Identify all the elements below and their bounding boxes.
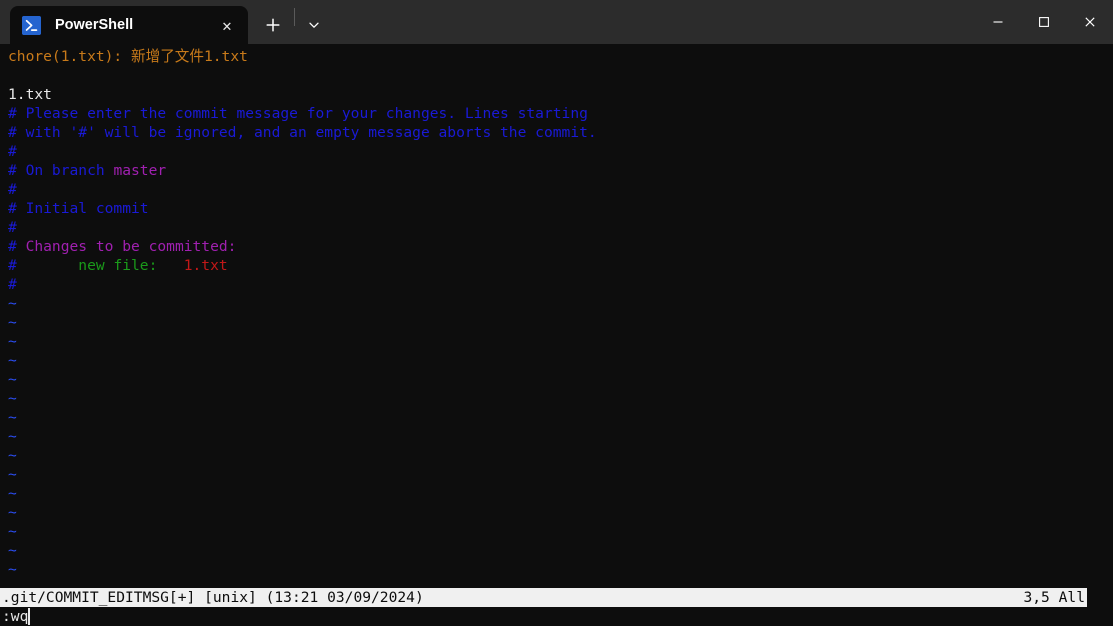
buffer-text: Changes to be committed: xyxy=(25,238,237,255)
empty-line-marker: ~ xyxy=(8,522,1113,541)
titlebar-drag-region xyxy=(331,0,975,44)
buffer-line: # new file: 1.txt xyxy=(8,256,1113,275)
close-window-button[interactable] xyxy=(1067,0,1113,44)
buffer-text: new file: xyxy=(78,257,158,274)
close-tab-icon[interactable]: ✕ xyxy=(212,11,242,39)
empty-line-marker: ~ xyxy=(8,484,1113,503)
buffer-line: # On branch master xyxy=(8,161,1113,180)
buffer-text: # xyxy=(8,276,17,293)
buffer-line: # with '#' will be ignored, and an empty… xyxy=(8,123,1113,142)
window-controls xyxy=(975,0,1113,44)
tab-title: PowerShell xyxy=(55,17,134,33)
vim-statusline: .git/COMMIT_EDITMSG[+] [unix] (13:21 03/… xyxy=(0,588,1087,607)
empty-line-marker: ~ xyxy=(8,465,1113,484)
vim-command-line[interactable]: :wq xyxy=(0,607,1113,626)
terminal-viewport[interactable]: chore(1.txt): 新增了文件1.txt 1.txt # Please en… xyxy=(0,44,1113,626)
new-tab-button[interactable] xyxy=(254,6,292,44)
tilde-icon: ~ xyxy=(8,447,17,464)
close-icon xyxy=(1085,17,1095,27)
titlebar: PowerShell ✕ xyxy=(0,0,1113,44)
tabbar-divider xyxy=(294,8,295,26)
buffer-text xyxy=(157,257,183,274)
empty-line-marker: ~ xyxy=(8,294,1113,313)
statusline-file: .git/COMMIT_EDITMSG[+] [unix] (13:21 03/… xyxy=(2,589,424,606)
buffer-text: master xyxy=(113,162,167,179)
buffer-text: # xyxy=(8,181,17,198)
empty-line-marker: ~ xyxy=(8,541,1113,560)
tilde-icon: ~ xyxy=(8,542,17,559)
tab-powershell[interactable]: PowerShell ✕ xyxy=(10,6,248,44)
buffer-text: # xyxy=(8,219,17,236)
tilde-icon: ~ xyxy=(8,295,17,312)
buffer-text: 1.txt xyxy=(183,257,228,274)
tilde-icon: ~ xyxy=(8,390,17,407)
empty-line-marker: ~ xyxy=(8,446,1113,465)
minimize-button[interactable] xyxy=(975,0,1021,44)
buffer-line: # Please enter the commit message for yo… xyxy=(8,104,1113,123)
tilde-icon: ~ xyxy=(8,314,17,331)
buffer-text: # On branch xyxy=(8,162,114,179)
empty-line-marker: ~ xyxy=(8,560,1113,579)
maximize-button[interactable] xyxy=(1021,0,1067,44)
tilde-icon: ~ xyxy=(8,466,17,483)
tilde-icon: ~ xyxy=(8,504,17,521)
maximize-icon xyxy=(1039,17,1049,27)
buffer-line: # xyxy=(8,142,1113,161)
empty-line-marker: ~ xyxy=(8,370,1113,389)
tilde-icon: ~ xyxy=(8,352,17,369)
chevron-down-icon xyxy=(309,22,319,28)
text-cursor xyxy=(28,608,31,625)
buffer-line: # xyxy=(8,180,1113,199)
tab-strip: PowerShell ✕ xyxy=(0,0,331,44)
buffer-line: # xyxy=(8,218,1113,237)
buffer-text: 1.txt xyxy=(8,86,52,103)
buffer-text: # Initial commit xyxy=(8,200,149,217)
tilde-icon: ~ xyxy=(8,523,17,540)
buffer-line: 1.txt xyxy=(8,85,1113,104)
buffer-line xyxy=(8,66,1113,85)
tilde-icon: ~ xyxy=(8,561,17,578)
empty-line-marker: ~ xyxy=(8,389,1113,408)
vim-buffer[interactable]: chore(1.txt): 新增了文件1.txt 1.txt # Please en… xyxy=(0,44,1113,579)
command-text: :wq xyxy=(2,608,29,625)
buffer-text: # with '#' will be ignored, and an empty… xyxy=(8,124,597,141)
buffer-line: # Changes to be committed: xyxy=(8,237,1113,256)
tilde-icon: ~ xyxy=(8,409,17,426)
powershell-icon xyxy=(22,15,41,35)
statusline-position: 3,5 All xyxy=(1023,589,1085,606)
empty-line-marker: ~ xyxy=(8,427,1113,446)
empty-line-marker: ~ xyxy=(8,313,1113,332)
tilde-icon: ~ xyxy=(8,333,17,350)
tilde-icon: ~ xyxy=(8,485,17,502)
empty-line-marker: ~ xyxy=(8,332,1113,351)
tilde-icon: ~ xyxy=(8,428,17,445)
buffer-text: chore(1.txt): 新增了文件1.txt xyxy=(8,48,248,65)
plus-icon xyxy=(266,18,280,32)
buffer-line: chore(1.txt): 新增了文件1.txt xyxy=(8,47,1113,66)
empty-line-marker: ~ xyxy=(8,351,1113,370)
buffer-text: # xyxy=(8,257,79,274)
buffer-line: # Initial commit xyxy=(8,199,1113,218)
minimize-icon xyxy=(993,21,1003,23)
empty-line-marker: ~ xyxy=(8,503,1113,522)
tab-dropdown-button[interactable] xyxy=(297,6,331,44)
empty-line-marker: ~ xyxy=(8,408,1113,427)
buffer-text: # xyxy=(8,143,17,160)
buffer-line: # xyxy=(8,275,1113,294)
buffer-text: # xyxy=(8,238,26,255)
buffer-text: # Please enter the commit message for yo… xyxy=(8,105,588,122)
tilde-icon: ~ xyxy=(8,371,17,388)
